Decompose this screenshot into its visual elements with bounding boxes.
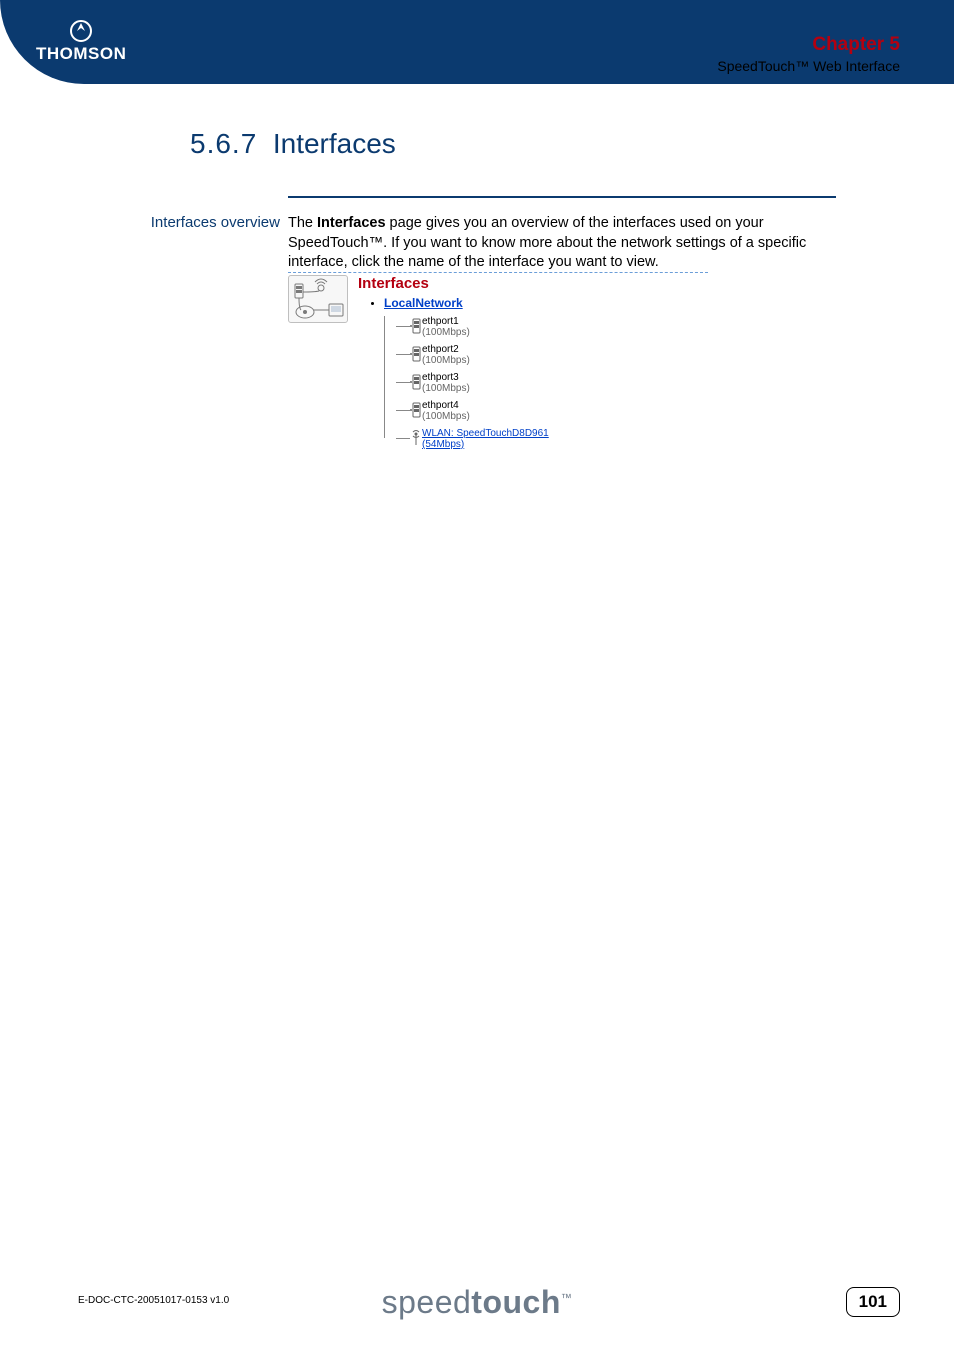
wlan-speed-link[interactable]: (54Mbps) — [422, 439, 464, 450]
interfaces-thumb-icon — [288, 275, 348, 323]
chapter-header: Chapter 5 SpeedTouch™ Web Interface — [717, 34, 900, 74]
chapter-subtitle: SpeedTouch™ Web Interface — [717, 58, 900, 74]
ethernet-icon — [410, 346, 422, 362]
ethernet-icon — [410, 402, 422, 418]
page-number: 101 — [846, 1287, 900, 1317]
interface-node: ethport2 (100Mbps) — [396, 344, 708, 366]
port-speed: (100Mbps) — [422, 383, 470, 394]
thomson-logo: THOMSON — [36, 20, 126, 64]
port-name: ethport1 — [422, 316, 459, 327]
section-heading: 5.6.7 Interfaces — [190, 128, 396, 160]
chapter-title: Chapter 5 — [717, 34, 900, 56]
port-speed: (100Mbps) — [422, 411, 470, 422]
port-name: ethport4 — [422, 400, 459, 411]
page-footer: E-DOC-CTC-20051017-0153 v1.0 speedtouch™… — [0, 1261, 954, 1351]
port-name: ethport3 — [422, 372, 459, 383]
interface-node: ethport1 (100Mbps) — [396, 316, 708, 338]
section-title: Interfaces — [273, 128, 396, 159]
wlan-icon — [410, 430, 422, 446]
doc-id: E-DOC-CTC-20051017-0153 v1.0 — [78, 1295, 229, 1306]
margin-label: Interfaces overview — [120, 214, 280, 231]
port-speed: (100Mbps) — [422, 355, 470, 366]
wlan-link[interactable]: WLAN: SpeedTouchD8D961 — [422, 428, 549, 439]
interface-node-wlan: WLAN: SpeedTouchD8D961 (54Mbps) — [396, 428, 708, 450]
section-number: 5.6.7 — [190, 128, 257, 159]
interface-node: ethport3 (100Mbps) — [396, 372, 708, 394]
thomson-mark-icon — [70, 20, 92, 42]
thomson-wordmark: THOMSON — [36, 44, 126, 64]
interface-node: ethport4 (100Mbps) — [396, 400, 708, 422]
port-speed: (100Mbps) — [422, 327, 470, 338]
panel-title: Interfaces — [358, 275, 708, 292]
port-name: ethport2 — [422, 344, 459, 355]
interfaces-panel: Interfaces LocalNetwork ethport1 (100Mbp… — [288, 272, 708, 456]
local-network-link[interactable]: LocalNetwork — [384, 296, 463, 310]
section-rule — [288, 196, 836, 198]
interface-subtree: ethport1 (100Mbps) ethport2 (100Mbps) — [384, 316, 708, 450]
ethernet-icon — [410, 318, 422, 334]
tree-root: LocalNetwork ethport1 (100Mbps) — [384, 296, 708, 450]
speedtouch-logo: speedtouch™ — [382, 1284, 573, 1321]
body-paragraph: The Interfaces page gives you an overvie… — [288, 214, 836, 273]
ethernet-icon — [410, 374, 422, 390]
